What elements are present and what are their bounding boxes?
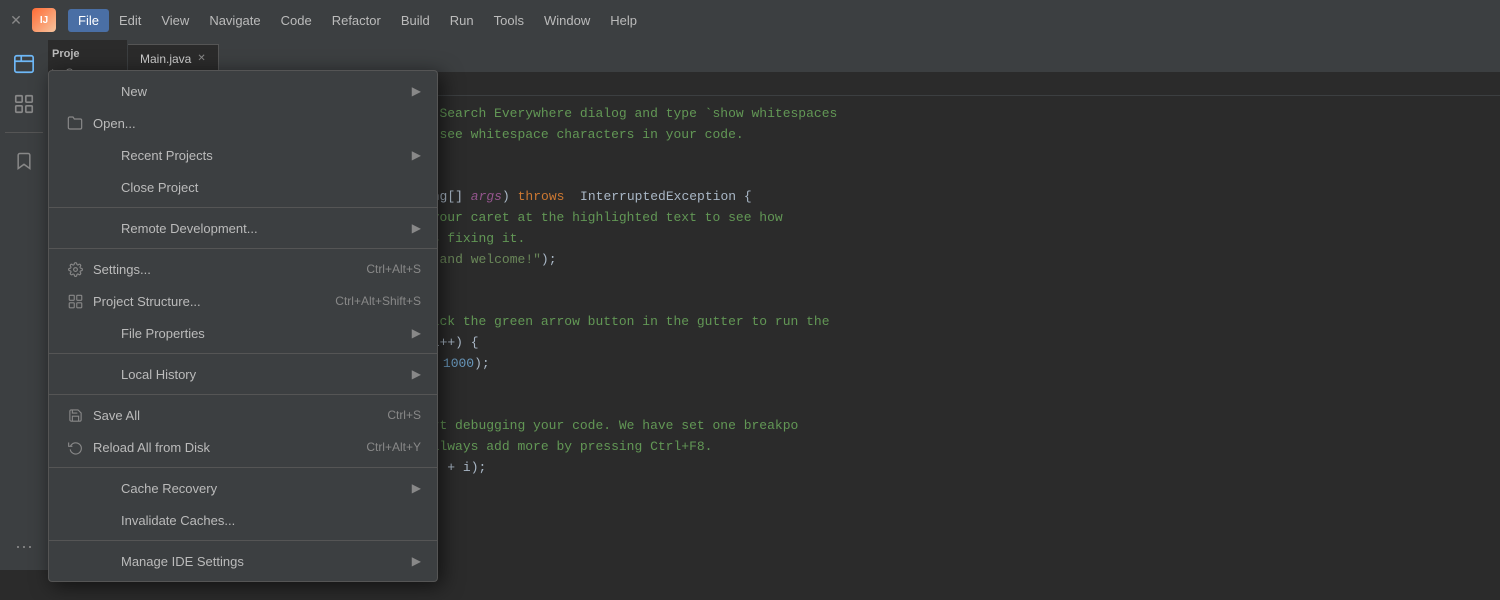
separator-5 (49, 467, 437, 468)
app-logo: IJ (32, 8, 56, 32)
new-arrow-icon: ▶ (412, 84, 421, 98)
menu-item-cache-recovery-label: Cache Recovery (121, 481, 404, 496)
settings-icon (65, 259, 85, 279)
separator-4 (49, 394, 437, 395)
separator-3 (49, 353, 437, 354)
menu-item-save-all-label: Save All (93, 408, 387, 423)
menu-help[interactable]: Help (600, 9, 647, 32)
file-properties-icon (65, 323, 85, 343)
reload-icon (65, 437, 85, 457)
menu-item-open-label: Open... (93, 116, 421, 131)
menu-item-settings-label: Settings... (93, 262, 366, 277)
save-all-shortcut: Ctrl+S (387, 408, 421, 422)
separator-6 (49, 540, 437, 541)
menu-bar: File Edit View Navigate Code Refactor Bu… (64, 5, 1492, 35)
menu-item-local-history[interactable]: Local History ▶ (49, 358, 437, 390)
menu-item-project-structure[interactable]: Project Structure... Ctrl+Alt+Shift+S (49, 285, 437, 317)
remote-dev-icon (65, 218, 85, 238)
menu-item-reload-label: Reload All from Disk (93, 440, 366, 455)
menu-build[interactable]: Build (391, 9, 440, 32)
menu-item-local-history-label: Local History (121, 367, 404, 382)
menu-item-recent-projects[interactable]: Recent Projects ▶ (49, 139, 437, 171)
sidebar-icon-more[interactable]: ··· (8, 530, 40, 562)
menu-item-remote-dev[interactable]: Remote Development... ▶ (49, 212, 437, 244)
tab-label-main-java: Main.java (140, 52, 191, 66)
project-structure-shortcut: Ctrl+Alt+Shift+S (335, 294, 421, 308)
menu-edit[interactable]: Edit (109, 9, 151, 32)
cache-recovery-arrow-icon: ▶ (412, 481, 421, 495)
menu-run[interactable]: Run (440, 9, 484, 32)
remote-dev-arrow-icon: ▶ (412, 221, 421, 235)
close-project-icon (65, 177, 85, 197)
main-layout: ··· Proje ▶ C ▶ 🗎 ▶ ≡ New ▶ (0, 40, 1500, 570)
save-all-icon (65, 405, 85, 425)
menu-code[interactable]: Code (271, 9, 322, 32)
local-history-icon (65, 364, 85, 384)
sidebar-icon-structure[interactable] (8, 88, 40, 120)
file-menu-dropdown: New ▶ Open... Recent Projects ▶ (48, 70, 438, 582)
open-icon (65, 113, 85, 133)
menu-item-file-properties[interactable]: File Properties ▶ (49, 317, 437, 349)
menu-item-file-properties-label: File Properties (121, 326, 404, 341)
menu-item-close-project[interactable]: Close Project (49, 171, 437, 203)
menu-view[interactable]: View (151, 9, 199, 32)
manage-ide-icon (65, 551, 85, 571)
project-panel-title: Proje (52, 48, 123, 60)
title-bar: ✕ IJ File Edit View Navigate Code Refact… (0, 0, 1500, 40)
file-properties-arrow-icon: ▶ (412, 326, 421, 340)
menu-item-save-all[interactable]: Save All Ctrl+S (49, 399, 437, 431)
settings-shortcut: Ctrl+Alt+S (366, 262, 421, 276)
menu-item-remote-dev-label: Remote Development... (121, 221, 404, 236)
menu-item-manage-ide-label: Manage IDE Settings (121, 554, 404, 569)
menu-item-reload[interactable]: Reload All from Disk Ctrl+Alt+Y (49, 431, 437, 463)
local-history-arrow-icon: ▶ (412, 367, 421, 381)
menu-item-new[interactable]: New ▶ (49, 75, 437, 107)
recent-projects-icon (65, 145, 85, 165)
separator-2 (49, 248, 437, 249)
cache-recovery-icon (65, 478, 85, 498)
editor-tab-main-java[interactable]: Main.java ✕ (128, 44, 219, 72)
menu-item-invalidate-caches[interactable]: Invalidate Caches... (49, 504, 437, 536)
separator-1 (49, 207, 437, 208)
close-button[interactable]: ✕ (8, 12, 24, 28)
project-structure-icon (65, 291, 85, 311)
menu-window[interactable]: Window (534, 9, 600, 32)
menu-refactor[interactable]: Refactor (322, 9, 391, 32)
dropdown-menu: New ▶ Open... Recent Projects ▶ (48, 70, 438, 582)
sidebar-icon-bookmark[interactable] (8, 145, 40, 177)
menu-item-open[interactable]: Open... (49, 107, 437, 139)
menu-item-settings[interactable]: Settings... Ctrl+Alt+S (49, 253, 437, 285)
tab-close-main-java[interactable]: ✕ (197, 53, 205, 64)
menu-navigate[interactable]: Navigate (199, 9, 270, 32)
manage-ide-arrow-icon: ▶ (412, 554, 421, 568)
menu-tools[interactable]: Tools (484, 9, 534, 32)
editor-tabs: Main.java ✕ (128, 40, 1500, 72)
sidebar-icon-project[interactable] (8, 48, 40, 80)
menu-file[interactable]: File (68, 9, 109, 32)
invalidate-caches-icon (65, 510, 85, 530)
menu-item-recent-projects-label: Recent Projects (121, 148, 404, 163)
new-icon (65, 81, 85, 101)
menu-item-cache-recovery[interactable]: Cache Recovery ▶ (49, 472, 437, 504)
sidebar-icons: ··· (0, 40, 48, 570)
menu-item-manage-ide[interactable]: Manage IDE Settings ▶ (49, 545, 437, 577)
menu-item-project-structure-label: Project Structure... (93, 294, 335, 309)
reload-shortcut: Ctrl+Alt+Y (366, 440, 421, 454)
menu-item-new-label: New (121, 84, 404, 99)
recent-projects-arrow-icon: ▶ (412, 148, 421, 162)
menu-item-close-project-label: Close Project (121, 180, 421, 195)
menu-item-invalidate-caches-label: Invalidate Caches... (121, 513, 421, 528)
